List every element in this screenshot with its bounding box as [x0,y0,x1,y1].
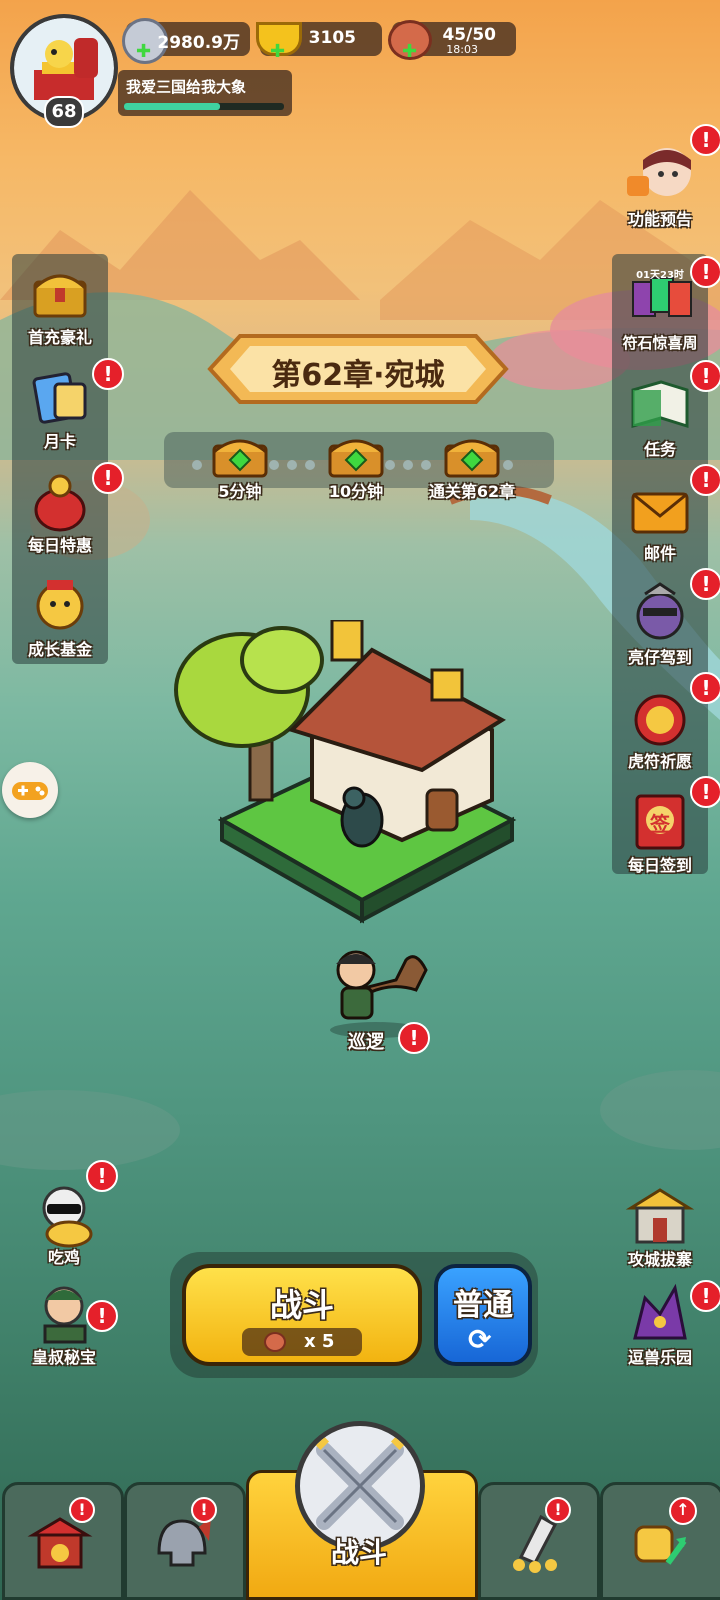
feature-preview-alert: ! [690,124,720,156]
chicken-icon [29,1178,99,1248]
chapter-reward-2[interactable]: 通关第62章 [426,432,518,512]
right-menu-alert: ! [690,672,720,704]
battle-mode-label: 普通 [453,1288,513,1323]
patrol-alert: ! [398,1022,430,1054]
silver-value: 2980.9万 [157,33,240,53]
stamina-value: 45/50 [442,25,496,45]
feature-preview-button[interactable]: 功能预告 [612,140,708,230]
sign-char: 签 [650,812,670,836]
gold-add-icon[interactable]: ✚ [270,41,285,62]
stamina-timer: 18:03 [446,43,478,56]
nav-tab-2[interactable]: 战斗 [246,1421,478,1600]
reward-chest-icon [210,432,270,478]
gift-bag-icon [25,466,95,536]
home-island-scene [174,620,517,924]
beast-park-icon [625,1278,695,1348]
left-menu-alert: ! [92,462,124,494]
nav-alert: ! [191,1497,217,1523]
megaphone-girl-icon [625,140,695,210]
reward-chest-icon [442,432,502,478]
right-menu-alert: ! [690,568,720,600]
reward-label: 通关第62章 [428,482,516,501]
battle-label: 战斗 [269,1286,334,1324]
fund-monkey-icon [25,570,95,640]
right-menu-alert: ! [690,464,720,496]
upgrade-arrow-icon: ↑ [669,1497,697,1525]
player-name-bar: 我爱三国给我大象 [118,70,292,116]
nav-tab-4[interactable]: ↑ [600,1482,720,1600]
silver-add-icon[interactable]: ✚ [136,41,151,62]
reward-track-dot [192,460,202,470]
left-menu-item-3[interactable]: 成长基金 [12,570,108,660]
reward-chest-icon [326,432,386,478]
month-card-icon [25,362,95,432]
nav-battle-label: 战斗 [330,1536,387,1569]
liangzai-icon [625,578,695,648]
chapter-banner: 第62章·宛城 [200,330,516,408]
right-menu-alert: ! [690,776,720,808]
chapter-reward-0[interactable]: 5分钟 [194,432,286,512]
reward-label: 10分钟 [328,482,384,501]
left-menu-item-0[interactable]: 首充豪礼 [12,258,108,348]
player-level-badge: 68 [44,96,84,128]
gamepad-icon [12,782,48,800]
reward-track-dot [287,460,297,470]
nav-tab-0[interactable]: ! [2,1482,124,1600]
player-name: 我爱三国给我大象 [126,78,247,96]
chapter-title: 第62章·宛城 [271,358,445,393]
tiger-tally-icon [625,682,695,752]
right-menu-alert: ! [690,360,720,392]
reward-track-dot [503,460,513,470]
battle-cost-value: x 5 [304,1331,335,1352]
gold-resource[interactable]: ✚ 3105 [256,22,382,62]
nav-tab-3[interactable]: ! [478,1482,600,1600]
exp-bar-fill [124,103,220,110]
left-bottom-alert: ! [86,1160,118,1192]
gold-value: 3105 [308,28,356,48]
right-menu-timer: 01天23时 [636,270,684,281]
right-menu-alert: ! [690,256,720,288]
reward-track-dot [385,460,395,470]
mail-icon [625,474,695,544]
silver-resource[interactable]: ✚ 2980.9万 [122,18,250,64]
sign-in-icon: 签 [625,786,695,856]
reward-label: 5分钟 [218,482,262,501]
reward-track-dot [421,460,431,470]
rune-cards-icon: 01天23时 [625,266,695,336]
stamina-resource[interactable]: ✚ 45/50 18:03 [388,20,516,62]
right-bottom-item-0[interactable]: 攻城拔寨 [612,1180,708,1270]
battle-cost: x 5 [242,1328,362,1356]
nav-alert: ! [69,1497,95,1523]
exp-bar-track [124,103,284,110]
reward-track-dot [403,460,413,470]
nav-tab-1[interactable]: ! [124,1482,246,1600]
right-bottom-alert: ! [690,1280,720,1312]
stamina-add-icon[interactable]: ✚ [402,41,417,62]
treasure-chest-icon [25,258,95,328]
siege-gate-icon [625,1180,695,1250]
gamepad-float-button[interactable] [2,762,58,818]
task-book-icon [625,370,695,440]
refresh-icon: ⟳ [468,1323,492,1356]
nav-alert: ! [545,1497,571,1523]
battle-button[interactable]: 战斗 x 5 [182,1264,422,1366]
patrol-label: 巡逻 [348,1032,384,1053]
chapter-reward-1[interactable]: 10分钟 [310,432,402,512]
left-menu-alert: ! [92,358,124,390]
meat-icon [264,1332,286,1352]
battle-mode-button[interactable]: 普通 ⟳ [434,1264,532,1366]
reward-track-dot [269,460,279,470]
left-bottom-alert: ! [86,1300,118,1332]
reward-track-dot [305,460,315,470]
game-scene: 68 我爱三国给我大象 ✚ 2980.9万 ✚ 3105 ✚ 45/50 18:… [0,0,720,1600]
